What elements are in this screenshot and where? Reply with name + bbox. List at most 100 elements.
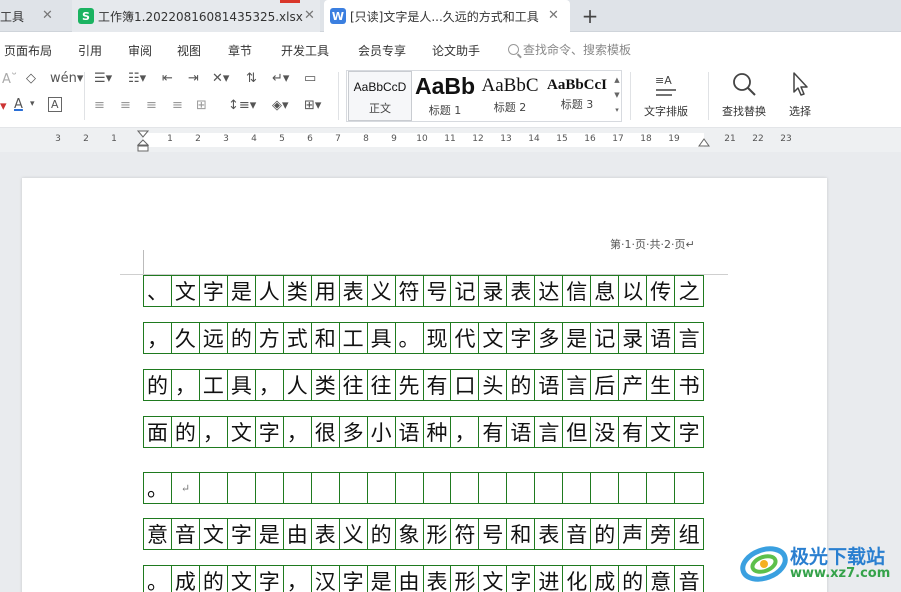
tab-stops-icon[interactable]: ▭	[304, 71, 316, 86]
line-spacing-icon[interactable]: ↕≡▾	[228, 98, 256, 113]
tab-tools[interactable]: 工具 ✕	[0, 0, 68, 32]
grid-row[interactable]: ，久远的方式和工具。现代文字多是记录语言	[143, 322, 704, 354]
grid-cell: 产	[619, 370, 648, 400]
expand-icon[interactable]: ▾	[613, 103, 621, 118]
close-icon[interactable]: ✕	[304, 8, 315, 23]
grid-cell: 是	[563, 323, 592, 353]
sort-icon[interactable]: ⇅	[246, 71, 257, 86]
bullet-list-icon[interactable]: ☰▾	[94, 71, 112, 86]
select-label: 选择	[789, 105, 811, 118]
grid-cell: 工	[200, 370, 228, 400]
grid-cell: 具	[368, 323, 396, 353]
grid-cell: 进	[535, 566, 564, 592]
chevron-down-icon[interactable]: ▼	[613, 88, 621, 103]
chevron-down-icon[interactable]: ▾	[30, 99, 35, 109]
justify-icon[interactable]: ≡	[172, 98, 183, 113]
grid-cell: 久	[172, 323, 200, 353]
style-heading-1[interactable]: AaBb 标题 1	[413, 71, 477, 121]
grid-cell: 音	[678, 570, 700, 592]
menu-page-layout[interactable]: 页面布局	[4, 42, 52, 59]
tab-indicator	[280, 0, 300, 3]
close-icon[interactable]: ✕	[42, 8, 53, 23]
font-size-decrease-icon[interactable]: A˘	[2, 72, 17, 87]
grid-cell: 声	[619, 519, 648, 549]
clear-format-icon[interactable]: ◇	[26, 71, 36, 86]
grid-cell: ，	[284, 566, 312, 592]
page-header-text[interactable]: 第·1·页·共·2·页↵	[610, 236, 695, 252]
grid-cell: 以	[619, 276, 648, 306]
grid-row[interactable]: 面的，文字，很多小语种，有语言但没有文字	[143, 416, 704, 448]
font-dropdown-icon[interactable]: ▾	[0, 99, 7, 114]
menu-membership[interactable]: 会员专享	[358, 42, 406, 59]
grid-cell: 书	[678, 374, 700, 398]
ruler-tick: 6	[307, 134, 313, 144]
menu-section[interactable]: 章节	[228, 42, 252, 59]
align-left-icon[interactable]: ≡	[94, 98, 105, 113]
grid-cell	[396, 473, 424, 503]
grid-row[interactable]: 。成的文字，汉字是由表形文字进化成的意音	[143, 565, 704, 592]
menu-view[interactable]: 视图	[177, 42, 201, 59]
distribute-icon[interactable]: ⊞	[196, 98, 207, 113]
grid-cell: 文	[479, 566, 508, 592]
grid-row[interactable]: 。 ↵	[143, 472, 704, 504]
text-layout-button[interactable]: ≡A 文字排版	[638, 70, 694, 119]
separator	[84, 72, 85, 120]
grid-cell: 种	[424, 417, 452, 447]
numbered-list-icon[interactable]: ☷▾	[128, 71, 146, 86]
horizontal-ruler[interactable]: 3 2 1 1 2 3 4 5 6 7 8 9 10 11 12 13 14 1…	[0, 128, 901, 152]
align-center-icon[interactable]: ≡	[120, 98, 131, 113]
menu-developer[interactable]: 开发工具	[281, 42, 329, 59]
grid-cell: 的	[507, 370, 536, 400]
decrease-indent-icon[interactable]: ⇤	[162, 71, 173, 86]
phonetic-guide-icon[interactable]: wén▾	[50, 71, 83, 86]
paragraph-mark: ↵	[172, 473, 200, 503]
right-indent-marker-icon[interactable]	[698, 138, 710, 148]
grid-row[interactable]: 的，工具，人类往往先有口头的语言后产生书	[143, 369, 704, 401]
menu-review[interactable]: 审阅	[128, 42, 152, 59]
tab-spreadsheet[interactable]: S 工作簿1.20220816081435325.xlsx ✕	[72, 0, 320, 32]
grid-cell: 音	[563, 519, 592, 549]
grid-cell: 没	[591, 417, 620, 447]
grid-cell: 言	[535, 417, 564, 447]
grid-cell: 是	[368, 566, 396, 592]
find-replace-button[interactable]: 查找替换	[716, 70, 772, 119]
shading-icon[interactable]: ◈▾	[272, 98, 289, 113]
ruler-tick: 2	[195, 134, 201, 144]
grid-cell	[312, 473, 340, 503]
show-marks-icon[interactable]: ↵▾	[272, 71, 289, 86]
borders-icon[interactable]: ⊞▾	[304, 98, 321, 113]
grid-row[interactable]: 意音文字是由表义的象形符号和表音的声旁组	[143, 518, 704, 550]
command-search[interactable]: 查找命令、搜索模板	[508, 41, 631, 58]
grid-cell: 意	[647, 566, 676, 592]
styles-scroll[interactable]: ▲ ▼ ▾	[613, 73, 621, 119]
grid-cell: 字	[507, 323, 536, 353]
style-heading-3[interactable]: AaBbCcI 标题 3	[543, 71, 611, 121]
margin-corner-marker	[143, 250, 144, 274]
indent-marker-icon[interactable]	[137, 130, 149, 152]
close-icon[interactable]: ✕	[548, 8, 559, 23]
grid-cell: 旁	[647, 519, 676, 549]
character-border-icon[interactable]: A	[48, 97, 62, 112]
increase-indent-icon[interactable]: ⇥	[188, 71, 199, 86]
chevron-up-icon[interactable]: ▲	[613, 73, 621, 88]
grid-cell	[507, 473, 536, 503]
menu-references[interactable]: 引用	[78, 42, 102, 59]
spreadsheet-icon: S	[78, 8, 94, 24]
font-color-icon[interactable]: A	[14, 97, 23, 112]
grid-cell: 由	[284, 519, 312, 549]
style-heading-2[interactable]: AaBbC 标题 2	[477, 71, 543, 121]
grid-cell: ，	[284, 417, 312, 447]
grid-cell	[368, 473, 396, 503]
grid-cell: 。	[144, 566, 172, 592]
style-normal[interactable]: AaBbCcD 正文	[348, 71, 412, 121]
grid-cell	[563, 473, 592, 503]
tab-document[interactable]: W [只读]文字是人...久远的方式和工具 ✕	[324, 0, 570, 32]
grid-row[interactable]: 、文字是人类用表义符号记录表达信息以传之	[143, 275, 704, 307]
grid-cell: 记	[591, 323, 620, 353]
chinese-layout-icon[interactable]: ✕▾	[212, 71, 229, 86]
menu-thesis-helper[interactable]: 论文助手	[432, 42, 480, 59]
align-right-icon[interactable]: ≡	[146, 98, 157, 113]
grid-cell: 表	[424, 566, 452, 592]
select-button[interactable]: 选择	[782, 70, 818, 119]
new-tab-button[interactable]: +	[580, 4, 600, 28]
